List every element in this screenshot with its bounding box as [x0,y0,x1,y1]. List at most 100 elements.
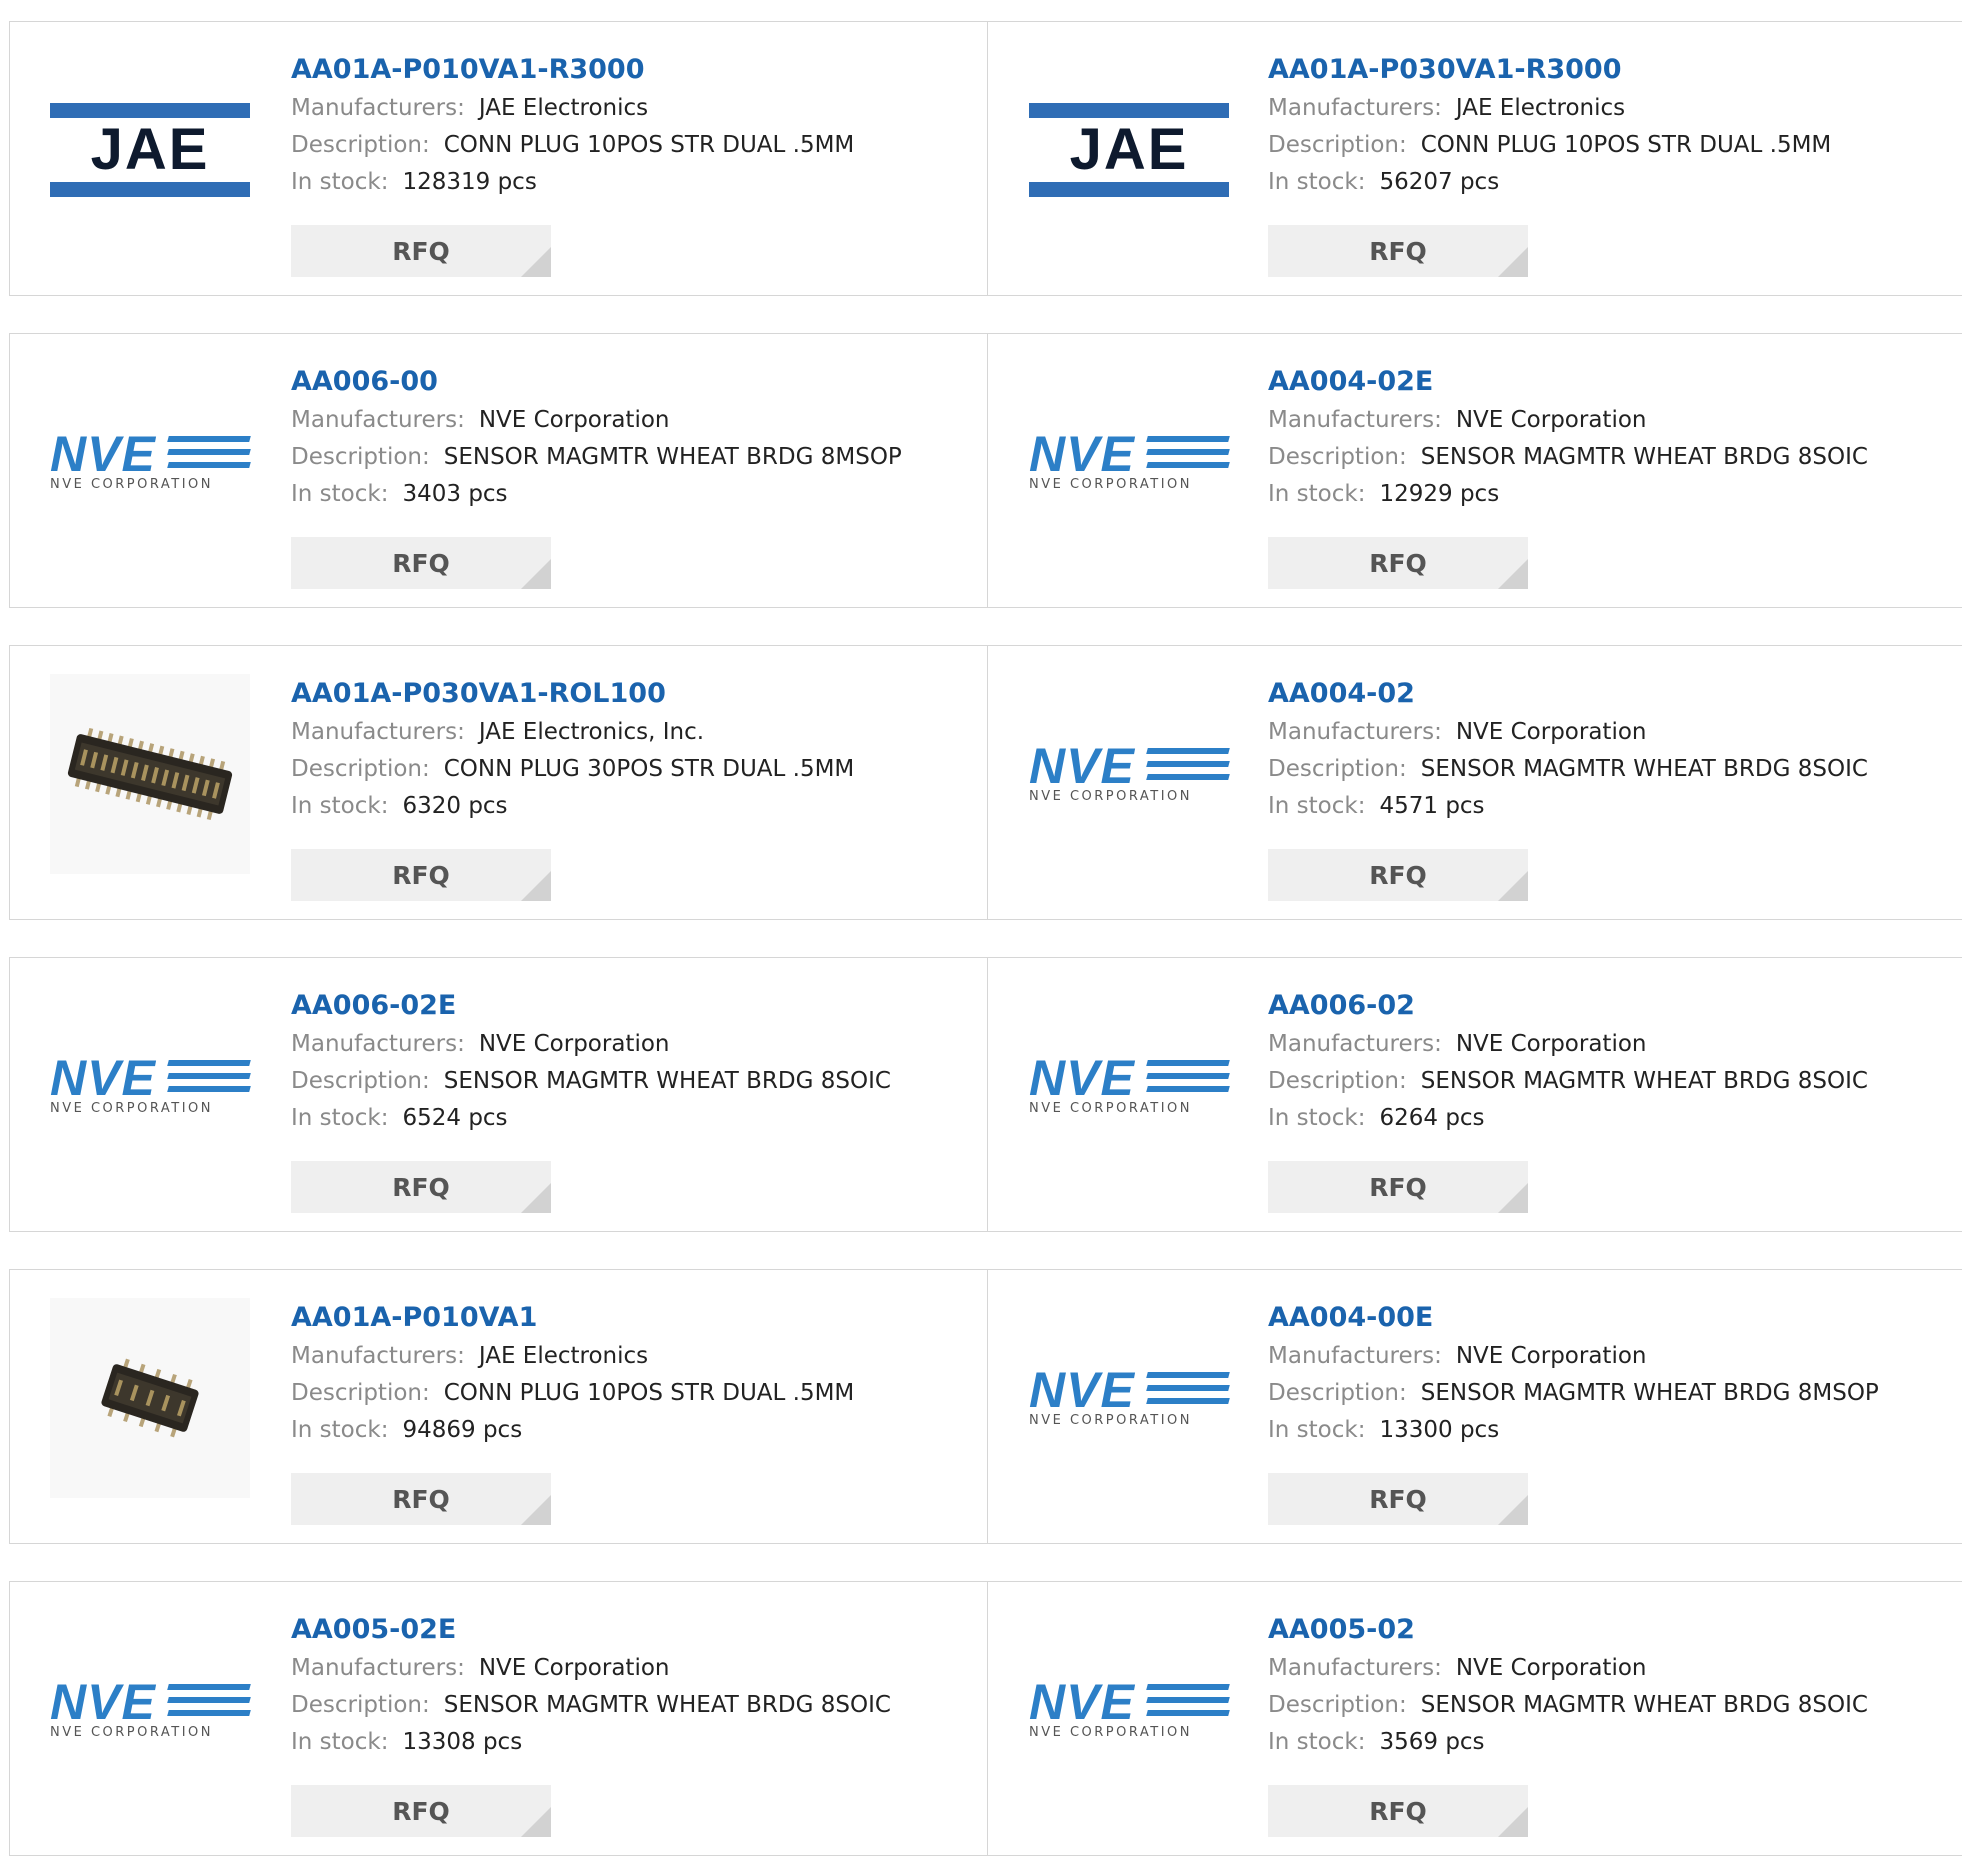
manufacturer-logo[interactable]: NVE NVE CORPORATION [1029,362,1230,562]
manufacturer-row: Manufacturers: NVE Corporation [291,402,902,439]
description-label: Description: [1268,756,1407,782]
stock-row: In stock: 56207 pcs [1268,164,1831,201]
stock-value: 3403 pcs [402,481,508,507]
rfq-button[interactable]: RFQ [291,1785,551,1837]
manufacturer-value: NVE Corporation [478,1031,670,1057]
stock-row: In stock: 3569 pcs [1268,1724,1868,1761]
nve-logo-line [167,1060,251,1066]
rfq-corner-decoration [1498,1183,1528,1213]
stock-label: In stock: [291,1417,389,1443]
rfq-label: RFQ [1369,1173,1427,1202]
description-row: Description: SENSOR MAGMTR WHEAT BRDG 8SO… [291,1063,891,1100]
nve-logo: NVE NVE CORPORATION [50,427,251,493]
manufacturer-logo[interactable]: NVE NVE CORPORATION [50,986,251,1186]
manufacturer-logo[interactable]: NVE NVE CORPORATION [1029,1610,1230,1810]
manufacturer-logo[interactable] [50,674,250,874]
stock-value: 13308 pcs [402,1729,523,1755]
part-number-link[interactable]: AA006-02 [1268,986,1868,1026]
rfq-button[interactable]: RFQ [1268,1785,1528,1837]
rfq-button[interactable]: RFQ [291,1161,551,1213]
description-value: SENSOR MAGMTR WHEAT BRDG 8SOIC [1420,756,1868,782]
part-number-link[interactable]: AA01A-P010VA1-R3000 [291,50,854,90]
nve-logo-text: NVE [50,1050,156,1106]
description-value: SENSOR MAGMTR WHEAT BRDG 8SOIC [443,1068,891,1094]
manufacturer-logo[interactable]: NVE NVE CORPORATION [1029,986,1230,1186]
nve-logo-lines [167,1684,251,1724]
rfq-label: RFQ [1369,861,1427,890]
manufacturer-label: Manufacturers: [1268,1655,1442,1681]
stock-row: In stock: 128319 pcs [291,164,854,201]
description-label: Description: [1268,444,1407,470]
stock-value: 6264 pcs [1379,1105,1485,1131]
description-value: SENSOR MAGMTR WHEAT BRDG 8SOIC [1420,1068,1868,1094]
manufacturer-row: Manufacturers: NVE Corporation [1268,1650,1868,1687]
nve-logo-line [167,1697,251,1703]
product-card: NVE NVE CORPORATION AA006-02 Manufacturer… [987,957,1962,1232]
manufacturer-logo[interactable]: NVE NVE CORPORATION [1029,674,1230,874]
description-value: CONN PLUG 10POS STR DUAL .5MM [443,132,855,158]
stock-row: In stock: 6320 pcs [291,788,854,825]
part-number-link[interactable]: AA01A-P010VA1 [291,1298,854,1338]
part-number-link[interactable]: AA005-02 [1268,1610,1868,1650]
rfq-corner-decoration [521,1183,551,1213]
rfq-label: RFQ [392,1485,450,1514]
manufacturer-logo[interactable]: NVE NVE CORPORATION [50,1610,251,1810]
stock-row: In stock: 4571 pcs [1268,788,1868,825]
description-row: Description: SENSOR MAGMTR WHEAT BRDG 8SO… [1268,1687,1868,1724]
stock-value: 4571 pcs [1379,793,1485,819]
jae-logo-bottom-bar [50,182,250,197]
nve-logo-line [1146,1385,1230,1391]
part-number-link[interactable]: AA004-00E [1268,1298,1879,1338]
description-row: Description: CONN PLUG 10POS STR DUAL .5M… [1268,127,1831,164]
part-number-link[interactable]: AA006-02E [291,986,891,1026]
manufacturer-logo[interactable]: NVE NVE CORPORATION [50,362,251,562]
nve-logo-line [167,1073,251,1079]
manufacturer-logo[interactable] [50,1298,250,1498]
description-label: Description: [291,132,430,158]
rfq-button[interactable]: RFQ [1268,1473,1528,1525]
part-number-link[interactable]: AA005-02E [291,1610,891,1650]
product-info: AA006-02 Manufacturers: NVE Corporation D… [1268,986,1868,1137]
jae-logo: JAE [50,103,250,197]
manufacturer-logo[interactable]: JAE [50,50,250,250]
part-number-link[interactable]: AA01A-P030VA1-ROL100 [291,674,854,714]
nve-logo-text: NVE [1029,1674,1135,1730]
rfq-button[interactable]: RFQ [1268,537,1528,589]
part-number-link[interactable]: AA01A-P030VA1-R3000 [1268,50,1831,90]
manufacturer-logo[interactable]: JAE [1029,50,1229,250]
product-info: AA005-02 Manufacturers: NVE Corporation D… [1268,1610,1868,1761]
part-number-link[interactable]: AA004-02E [1268,362,1868,402]
manufacturer-value: JAE Electronics [478,95,649,121]
nve-logo-text: NVE [1029,1050,1135,1106]
rfq-corner-decoration [1498,1495,1528,1525]
nve-logo-subtitle: NVE CORPORATION [1029,789,1192,804]
rfq-button[interactable]: RFQ [291,849,551,901]
connector-icon [101,1358,199,1438]
part-number-link[interactable]: AA006-00 [291,362,902,402]
nve-logo-line [1146,1684,1230,1690]
manufacturer-value: NVE Corporation [1455,719,1647,745]
manufacturer-value: JAE Electronics [1455,95,1626,121]
stock-value: 128319 pcs [402,169,537,195]
rfq-button[interactable]: RFQ [1268,1161,1528,1213]
nve-logo-text: NVE [50,426,156,482]
stock-row: In stock: 13300 pcs [1268,1412,1879,1449]
nve-logo-line [1146,1710,1230,1716]
rfq-button[interactable]: RFQ [291,225,551,277]
part-number-link[interactable]: AA004-02 [1268,674,1868,714]
description-value: CONN PLUG 10POS STR DUAL .5MM [1420,132,1832,158]
stock-label: In stock: [1268,169,1366,195]
rfq-button[interactable]: RFQ [1268,225,1528,277]
stock-row: In stock: 6524 pcs [291,1100,891,1137]
stock-label: In stock: [1268,1417,1366,1443]
rfq-button[interactable]: RFQ [291,1473,551,1525]
rfq-button[interactable]: RFQ [291,537,551,589]
product-card: NVE NVE CORPORATION AA004-02 Manufacturer… [987,645,1962,920]
rfq-label: RFQ [1369,549,1427,578]
rfq-corner-decoration [1498,559,1528,589]
stock-row: In stock: 13308 pcs [291,1724,891,1761]
manufacturer-logo[interactable]: NVE NVE CORPORATION [1029,1298,1230,1498]
rfq-button[interactable]: RFQ [1268,849,1528,901]
product-grid: JAE AA01A-P010VA1-R3000 Manufacturers: JA… [0,0,1962,1856]
manufacturer-value: JAE Electronics [478,1343,649,1369]
